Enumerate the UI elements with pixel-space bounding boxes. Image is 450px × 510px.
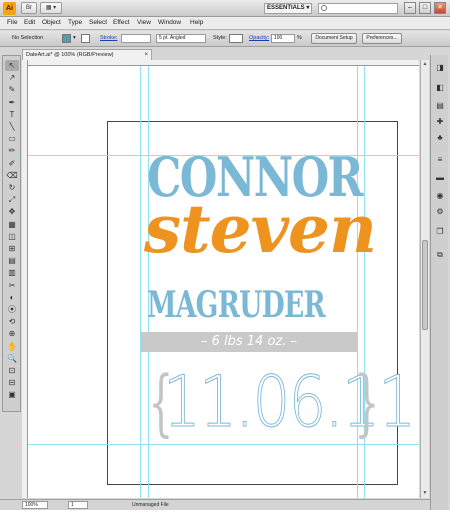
panel-icon[interactable]: ◨: [434, 63, 446, 73]
menu-view[interactable]: View: [137, 19, 151, 26]
document-setup-button[interactable]: Document Setup: [311, 33, 357, 44]
panel-dock: ◨ ◧ ▤ ✚ ♣ ≡ ▬ ◉ ⚙ ❒ ⧉: [430, 55, 448, 510]
preferences-button[interactable]: Preferences...: [362, 33, 402, 44]
vertical-scrollbar[interactable]: ▲ ▼: [420, 60, 429, 498]
panel-icon[interactable]: ❒: [434, 227, 446, 237]
fill-dropdown-icon[interactable]: ▾: [73, 35, 76, 41]
zoom-field[interactable]: 100%: [22, 501, 48, 509]
tool-icon[interactable]: ✒: [5, 97, 19, 108]
menu-window[interactable]: Window: [158, 19, 181, 26]
minimize-button[interactable]: –: [404, 2, 416, 14]
scroll-down-icon[interactable]: ▼: [421, 489, 429, 497]
maximize-button[interactable]: □: [419, 2, 431, 14]
menu-object[interactable]: Object: [42, 19, 61, 26]
tool-icon[interactable]: ▦: [5, 219, 19, 230]
tool-icon[interactable]: ▥: [5, 267, 19, 278]
workspace-switcher[interactable]: ESSENTIALS ▾: [264, 3, 312, 14]
horizontal-ruler[interactable]: [22, 60, 419, 66]
brush-definition-select[interactable]: 5 pt. Angled: [156, 34, 206, 43]
tool-icon[interactable]: ↖: [5, 60, 19, 71]
tool-icon[interactable]: ↗: [5, 72, 19, 83]
menu-bar: File Edit Object Type Select Effect View…: [0, 17, 450, 30]
tool-icon[interactable]: ◐: [5, 292, 19, 303]
stroke-link[interactable]: Stroke:: [100, 35, 117, 41]
search-icon: [321, 5, 327, 11]
artwork-weight-text: – 6 lbs 14 oz. –: [200, 334, 298, 349]
tool-icon[interactable]: ✂: [5, 280, 19, 291]
panel-icon[interactable]: ✚: [434, 117, 446, 127]
arrange-documents-button[interactable]: ▦ ▾: [40, 2, 62, 14]
panel-icon[interactable]: ⧉: [434, 250, 446, 260]
opacity-link[interactable]: Opacity:: [249, 35, 269, 41]
bridge-button[interactable]: Br: [21, 2, 37, 14]
document-tab-title: DateArt.ai* @ 100% (RGB/Preview): [26, 52, 114, 58]
opacity-field[interactable]: 100: [271, 34, 295, 43]
tool-icon[interactable]: ⊟: [5, 377, 19, 388]
close-button[interactable]: ✕: [434, 2, 446, 14]
artboard-navigation-field[interactable]: 1: [68, 501, 88, 509]
guide-vertical[interactable]: [140, 66, 141, 498]
panel-icon[interactable]: ≡: [434, 155, 446, 165]
document-tab[interactable]: DateArt.ai* @ 100% (RGB/Preview) ×: [22, 49, 152, 60]
tool-icon[interactable]: ↻: [5, 182, 19, 193]
tool-icon[interactable]: ✏: [5, 145, 19, 156]
panel-icon[interactable]: ▬: [434, 173, 446, 183]
artwork-middle-name[interactable]: steven: [144, 190, 377, 268]
menu-select[interactable]: Select: [89, 19, 107, 26]
menu-type[interactable]: Type: [68, 19, 82, 26]
panel-icon[interactable]: ◉: [434, 191, 446, 201]
menu-edit[interactable]: Edit: [24, 19, 35, 26]
tool-icon[interactable]: ⦿: [5, 304, 19, 315]
menu-file[interactable]: File: [7, 19, 17, 26]
fill-color-swatch[interactable]: [62, 34, 71, 43]
tool-icon[interactable]: 🔍: [5, 353, 19, 364]
artwork-right-brace[interactable]: }: [354, 362, 379, 442]
panel-icon[interactable]: ◧: [434, 83, 446, 93]
menu-help[interactable]: Help: [190, 19, 203, 26]
menu-effect[interactable]: Effect: [113, 19, 130, 26]
tool-icon[interactable]: ✋: [5, 341, 19, 352]
title-bar: Ai Br ▦ ▾ ESSENTIALS ▾ – □ ✕: [0, 0, 450, 17]
tool-icon[interactable]: ✐: [5, 158, 19, 169]
tool-icon[interactable]: ╲: [5, 121, 19, 132]
tool-icon[interactable]: ✎: [5, 84, 19, 95]
stroke-weight-field[interactable]: [121, 34, 151, 43]
scroll-up-icon[interactable]: ▲: [421, 60, 429, 68]
artwork-weight-band[interactable]: – 6 lbs 14 oz. –: [141, 332, 357, 352]
control-bar: No Selection ▾ Stroke: 5 pt. Angled Styl…: [0, 31, 450, 47]
close-tab-icon[interactable]: ×: [144, 50, 148, 60]
style-label: Style:: [213, 35, 227, 41]
tool-icon[interactable]: ⊞: [5, 243, 19, 254]
selection-status: No Selection: [12, 35, 44, 41]
tool-icon[interactable]: ⟲: [5, 316, 19, 327]
tools-panel: ↖ ↗ ✎ ✒ T ╲ ▭ ✏ ✐ ⌫ ↻ ⤢ ✥ ▦ ◫ ⊞ ▤ ▥ ✂ ◐ ⦿ ⟲ ⊕ ✋ 🔍 ⊡ ⊟ ▣: [2, 55, 21, 412]
tool-icon[interactable]: ⌫: [5, 170, 19, 181]
panel-icon[interactable]: ♣: [434, 133, 446, 143]
tool-icon[interactable]: T: [5, 109, 19, 120]
status-text[interactable]: Unmanaged File: [132, 502, 169, 508]
scroll-thumb[interactable]: [422, 240, 428, 330]
vertical-ruler[interactable]: [22, 60, 28, 498]
opacity-unit: %: [297, 35, 302, 41]
tool-icon[interactable]: ◫: [5, 231, 19, 242]
stroke-color-swatch[interactable]: [81, 34, 90, 43]
illustrator-logo: Ai: [3, 2, 16, 15]
artwork-last-name[interactable]: MAGRUDER: [147, 287, 326, 323]
panel-icon[interactable]: ▤: [434, 101, 446, 111]
status-bar: 100% 1 Unmanaged File: [0, 499, 430, 510]
tool-icon[interactable]: ⊡: [5, 365, 19, 376]
style-swatch[interactable]: [229, 34, 243, 43]
tool-icon[interactable]: ⤢: [5, 194, 19, 205]
help-search-input[interactable]: [318, 3, 398, 14]
tool-icon[interactable]: ⊕: [5, 328, 19, 339]
tool-icon[interactable]: ▭: [5, 133, 19, 144]
tool-icon[interactable]: ▣: [5, 389, 19, 400]
tool-icon[interactable]: ✥: [5, 206, 19, 217]
panel-icon[interactable]: ⚙: [434, 207, 446, 217]
tool-icon[interactable]: ▤: [5, 255, 19, 266]
illustrator-window: Ai Br ▦ ▾ ESSENTIALS ▾ – □ ✕ File Edit O…: [0, 0, 450, 510]
